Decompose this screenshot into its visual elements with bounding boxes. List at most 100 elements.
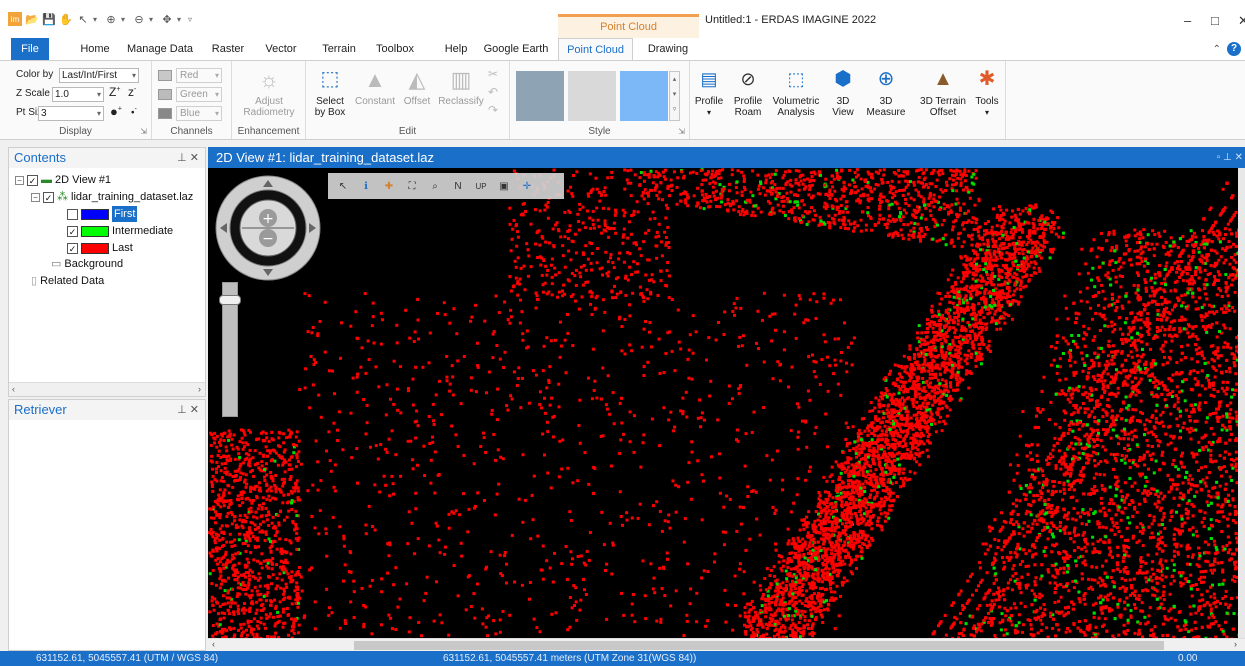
expand-icon[interactable]: −	[31, 192, 40, 202]
view-checkbox[interactable]: ✓	[27, 174, 38, 186]
crosshair-icon[interactable]: ✛	[520, 179, 534, 193]
adjust-radiometry-button[interactable]: ☼ Adjust Radiometry	[236, 65, 302, 118]
style-swatch-2[interactable]	[568, 71, 616, 121]
tab-home[interactable]: Home	[70, 38, 120, 60]
tab-vector[interactable]: Vector	[258, 38, 304, 60]
chevron-down-icon[interactable]: ▾	[121, 15, 129, 24]
zoom-slider-thumb[interactable]	[219, 295, 241, 305]
scroll-left-icon[interactable]: ‹	[12, 384, 15, 394]
select-by-box-button[interactable]: ⬚ Select by Box	[310, 65, 350, 119]
style-swatch-3[interactable]	[620, 71, 668, 121]
tab-raster[interactable]: Raster	[205, 38, 251, 60]
zoom-icon[interactable]: ⌕	[428, 179, 442, 193]
offset-button[interactable]: ◭ Offset	[398, 65, 436, 107]
tab-google-earth[interactable]: Google Earth	[481, 38, 551, 60]
point-smaller-icon[interactable]: •-	[131, 106, 137, 118]
tree-row-view[interactable]: − ✓ ▬ 2D View #1	[15, 172, 111, 188]
point-larger-icon[interactable]: ●+	[110, 104, 122, 119]
tree-row-layer-intermediate[interactable]: ✓ Intermediate	[67, 223, 173, 239]
map-horizontal-scrollbar[interactable]: ‹ ›	[208, 638, 1245, 651]
scroll-left-icon[interactable]: ‹	[212, 639, 215, 649]
expand-icon[interactable]: −	[15, 175, 24, 185]
tree-row-background[interactable]: ▭ Background	[51, 256, 123, 272]
tree-row-layer-last[interactable]: ✓ Last	[67, 240, 133, 256]
tab-manage-data[interactable]: Manage Data	[125, 38, 195, 60]
green-channel-combo[interactable]: Green ▾	[176, 87, 222, 102]
tab-drawing[interactable]: Drawing	[642, 38, 694, 60]
select-arrow-icon[interactable]: ↖	[336, 179, 350, 193]
scroll-right-icon[interactable]: ›	[198, 384, 201, 394]
point-cloud-canvas[interactable]	[208, 168, 1238, 638]
constant-button[interactable]: ▲ Constant	[352, 65, 398, 107]
zscale-combo[interactable]: 1.0 ▾	[52, 87, 104, 102]
3d-terrain-offset-button[interactable]: ▲ 3D Terrain Offset	[916, 65, 970, 119]
customize-qat-icon[interactable]: ▿	[188, 15, 196, 24]
pin-close-icons[interactable]: ⊥ ✕	[177, 400, 199, 420]
layer-intermediate-checkbox[interactable]: ✓	[67, 225, 78, 237]
profile-roam-button[interactable]: ⊘ Profile Roam	[730, 65, 766, 119]
pin-close-icons[interactable]: ⊥ ✕	[177, 148, 199, 168]
tab-toolbox[interactable]: Toolbox	[370, 38, 420, 60]
dialog-launcher-icon[interactable]: ⇲	[678, 127, 685, 136]
save-icon[interactable]: 💾	[42, 12, 56, 26]
chevron-down-icon[interactable]: ▾	[177, 15, 185, 24]
minimize-icon[interactable]: –	[1184, 13, 1191, 28]
3d-measure-button[interactable]: ⊕ 3D Measure	[862, 65, 910, 119]
color-by-combo[interactable]: Last/Int/First ▾	[59, 68, 139, 83]
select-arrow-icon[interactable]: ↖	[76, 12, 90, 26]
style-gallery-scroll[interactable]: ▴ ▾ ▿	[669, 71, 680, 121]
dialog-launcher-icon[interactable]: ⇲	[140, 127, 147, 136]
red-channel-combo[interactable]: Red ▾	[176, 68, 222, 83]
ptsize-combo[interactable]: 3 ▾	[38, 106, 104, 121]
maximize-icon[interactable]: □	[1211, 13, 1219, 28]
hand-icon[interactable]: ✋	[59, 12, 73, 26]
z-increase-icon[interactable]: Z+	[109, 85, 120, 99]
info-icon[interactable]: ℹ	[359, 179, 373, 193]
redo-icon[interactable]: ↷	[488, 103, 498, 117]
pan-zoom-wheel[interactable]: + −	[212, 172, 324, 284]
layers-icon[interactable]: ▣	[497, 179, 511, 193]
tree-row-layer-first[interactable]: First	[67, 206, 138, 222]
scroll-thumb[interactable]	[354, 641, 1164, 650]
contents-horizontal-scrollbar[interactable]: ‹ ›	[9, 382, 205, 396]
zoom-slider[interactable]	[219, 282, 241, 417]
profile-button[interactable]: ▤ Profile ▾	[692, 65, 726, 118]
3d-view-label: 3D View	[832, 96, 854, 118]
tree-row-dataset[interactable]: − ✓ ⁂ lidar_training_dataset.laz	[31, 189, 193, 205]
north-arrow-icon[interactable]: N	[451, 179, 465, 193]
3d-view-button[interactable]: ⬢ 3D View	[828, 65, 858, 119]
style-swatch-1[interactable]	[516, 71, 564, 121]
collapse-ribbon-icon[interactable]: ⌃	[1213, 44, 1221, 55]
tab-point-cloud[interactable]: Point Cloud	[558, 38, 633, 60]
layer-first-checkbox[interactable]	[67, 208, 78, 220]
zoom-in-icon[interactable]: ⊕	[104, 12, 118, 26]
context-tab-header: Point Cloud	[558, 14, 699, 38]
volumetric-analysis-button[interactable]: ⬚ Volumetric Analysis	[770, 65, 822, 119]
close-icon[interactable]: ✕	[1238, 13, 1245, 29]
tab-help[interactable]: Help	[438, 38, 474, 60]
open-icon[interactable]: 📂	[25, 12, 39, 26]
tools-button[interactable]: ✱ Tools ▾	[972, 65, 1002, 118]
help-icon[interactable]: ?	[1227, 42, 1241, 56]
tab-file[interactable]: File	[11, 38, 49, 60]
reclassify-button[interactable]: ▥ Reclassify	[436, 65, 486, 107]
zoom-out-icon[interactable]: ⊖	[132, 12, 146, 26]
chevron-down-icon[interactable]: ▾	[93, 15, 101, 24]
fit-to-frame-icon[interactable]: ⛶	[405, 179, 419, 193]
app-logo-icon[interactable]: im	[8, 12, 22, 26]
tab-terrain[interactable]: Terrain	[314, 38, 364, 60]
cut-icon[interactable]: ✂	[488, 67, 498, 81]
pan-icon[interactable]: ✥	[160, 12, 174, 26]
scroll-right-icon[interactable]: ›	[1234, 639, 1237, 649]
chevron-down-icon[interactable]: ▾	[149, 15, 157, 24]
layer-last-checkbox[interactable]: ✓	[67, 242, 78, 254]
view-window-controls[interactable]: ▫ ⊥ ✕	[1217, 147, 1243, 168]
z-decrease-icon[interactable]: z-	[128, 85, 136, 99]
undo-icon[interactable]: ↶	[488, 85, 498, 99]
blue-channel-combo[interactable]: Blue ▾	[176, 106, 222, 121]
up-icon[interactable]: UP	[474, 179, 488, 193]
dataset-checkbox[interactable]: ✓	[43, 191, 54, 203]
map-vertical-scrollbar[interactable]	[1238, 168, 1245, 638]
inquire-cursor-icon[interactable]: ✚	[382, 179, 396, 193]
tree-row-related-data[interactable]: ▯ Related Data	[31, 273, 104, 289]
